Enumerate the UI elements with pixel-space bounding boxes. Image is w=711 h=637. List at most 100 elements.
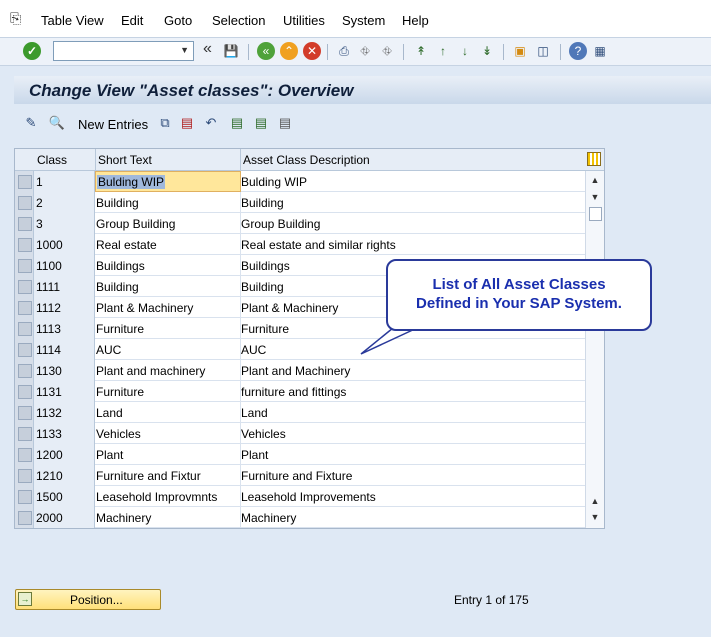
short-text-cell[interactable]: Plant and machinery bbox=[96, 364, 205, 378]
display-change-icon[interactable]: ✎ bbox=[22, 114, 40, 132]
row-selector[interactable] bbox=[15, 444, 34, 465]
help-icon[interactable]: ? bbox=[569, 42, 587, 60]
description-cell[interactable]: Real estate and similar rights bbox=[241, 238, 396, 252]
row-selector[interactable] bbox=[15, 339, 34, 360]
short-text-cell[interactable]: Furniture bbox=[96, 385, 144, 399]
description-cell[interactable]: Buildings bbox=[241, 259, 290, 273]
description-cell[interactable]: Leasehold Improvements bbox=[241, 490, 376, 504]
scroll-up-icon[interactable]: ▲ bbox=[589, 495, 601, 507]
row-selector[interactable] bbox=[15, 486, 34, 507]
menu-utilities[interactable]: Utilities bbox=[283, 13, 325, 28]
chevron-down-icon[interactable]: ▼ bbox=[180, 45, 189, 55]
description-cell[interactable]: Bulding WIP bbox=[241, 175, 307, 189]
short-text-cell[interactable]: Land bbox=[96, 406, 123, 420]
table-row[interactable]: 1500 Leasehold Improvmnts Leasehold Improv… bbox=[15, 486, 585, 507]
column-header-class[interactable]: Class bbox=[37, 153, 67, 167]
row-selector[interactable] bbox=[15, 297, 34, 318]
short-text-cell-focused[interactable]: Bulding WIP bbox=[95, 171, 241, 192]
save-icon[interactable]: 💾 bbox=[222, 42, 240, 60]
menu-help[interactable]: Help bbox=[402, 13, 429, 28]
column-header-description[interactable]: Asset Class Description bbox=[243, 153, 370, 167]
short-text-cell[interactable]: Group Building bbox=[96, 217, 175, 231]
table-row[interactable]: 2000 Machinery Machinery bbox=[15, 507, 585, 528]
back-icon[interactable]: « bbox=[257, 42, 275, 60]
create-session-icon[interactable]: ▣ bbox=[511, 42, 529, 60]
short-text-cell[interactable]: Building bbox=[96, 196, 139, 210]
row-selector[interactable] bbox=[15, 402, 34, 423]
table-row[interactable]: 1131 Furniture furniture and fittings bbox=[15, 381, 585, 402]
position-button[interactable]: → Position... bbox=[15, 589, 161, 610]
deselect-all-icon[interactable]: ▤ bbox=[276, 114, 294, 132]
short-text-cell[interactable]: Plant & Machinery bbox=[96, 301, 193, 315]
table-row[interactable]: 1132 Land Land bbox=[15, 402, 585, 423]
last-page-icon[interactable]: ↡ bbox=[478, 42, 496, 60]
copy-as-icon[interactable]: ⧉ bbox=[156, 114, 174, 132]
select-block-icon[interactable]: ▤ bbox=[252, 114, 270, 132]
table-row[interactable]: 1000 Real estate Real estate and similar r… bbox=[15, 234, 585, 255]
short-text-cell[interactable]: Buildings bbox=[96, 259, 145, 273]
exit-icon[interactable]: ⌃ bbox=[280, 42, 298, 60]
customize-layout-icon[interactable]: ▦ bbox=[591, 42, 609, 60]
row-selector[interactable] bbox=[15, 276, 34, 297]
description-cell[interactable]: Furniture bbox=[241, 322, 289, 336]
row-selector[interactable] bbox=[15, 192, 34, 213]
table-row[interactable]: 1130 Plant and machinery Plant and Machine… bbox=[15, 360, 585, 381]
shortcut-icon[interactable]: ◫ bbox=[534, 42, 552, 60]
table-row[interactable]: 1210 Furniture and Fixtur Furniture and Fi… bbox=[15, 465, 585, 486]
description-cell[interactable]: Vehicles bbox=[241, 427, 286, 441]
new-entries-button[interactable]: New Entries bbox=[78, 117, 148, 132]
row-selector[interactable] bbox=[15, 171, 34, 192]
short-text-cell[interactable]: Building bbox=[96, 280, 139, 294]
short-text-cell[interactable]: Leasehold Improvmnts bbox=[96, 490, 217, 504]
description-cell[interactable]: Group Building bbox=[241, 217, 320, 231]
first-page-icon[interactable]: ↟ bbox=[412, 42, 430, 60]
command-field[interactable]: ▼ bbox=[53, 41, 194, 61]
row-selector[interactable] bbox=[15, 381, 34, 402]
table-row[interactable]: 1133 Vehicles Vehicles bbox=[15, 423, 585, 444]
scroll-up-icon[interactable]: ▲ bbox=[589, 174, 601, 186]
scroll-down-icon[interactable]: ▼ bbox=[589, 511, 601, 523]
short-text-cell[interactable]: Furniture bbox=[96, 322, 144, 336]
row-selector[interactable] bbox=[15, 360, 34, 381]
row-selector[interactable] bbox=[15, 213, 34, 234]
print-icon[interactable]: ⎙ bbox=[335, 42, 353, 60]
row-selector[interactable] bbox=[15, 234, 34, 255]
description-cell[interactable]: AUC bbox=[241, 343, 266, 357]
description-cell[interactable]: Furniture and Fixture bbox=[241, 469, 352, 483]
previous-page-icon[interactable]: ↑ bbox=[434, 42, 452, 60]
row-selector[interactable] bbox=[15, 423, 34, 444]
menu-window-icon[interactable]: ⎘ bbox=[10, 10, 28, 26]
select-all-icon[interactable]: ▤ bbox=[228, 114, 246, 132]
menu-edit[interactable]: Edit bbox=[121, 13, 143, 28]
delete-icon[interactable]: ▤ bbox=[178, 114, 196, 132]
row-selector[interactable] bbox=[15, 255, 34, 276]
table-row[interactable]: 1 Bulding WIP Bulding WIP bbox=[15, 171, 585, 192]
short-text-cell[interactable]: AUC bbox=[96, 343, 121, 357]
table-row[interactable]: 2 Building Building bbox=[15, 192, 585, 213]
table-row[interactable]: 3 Group Building Group Building bbox=[15, 213, 585, 234]
cancel-icon[interactable]: ✕ bbox=[303, 42, 321, 60]
description-cell[interactable]: Building bbox=[241, 196, 284, 210]
menu-goto[interactable]: Goto bbox=[164, 13, 192, 28]
description-cell[interactable]: Building bbox=[241, 280, 284, 294]
description-cell[interactable]: Plant bbox=[241, 448, 268, 462]
scroll-down-icon[interactable]: ▼ bbox=[589, 191, 601, 203]
next-page-icon[interactable]: ↓ bbox=[456, 42, 474, 60]
table-row[interactable]: 1114 AUC AUC bbox=[15, 339, 585, 360]
enter-check-icon[interactable]: ✓ bbox=[23, 42, 41, 60]
details-icon[interactable]: 🔍 bbox=[48, 114, 66, 132]
description-cell[interactable]: Plant and Machinery bbox=[241, 364, 350, 378]
vertical-scrollbar[interactable]: ▲ ▼ ▲ ▼ bbox=[585, 171, 604, 528]
short-text-cell[interactable]: Furniture and Fixtur bbox=[96, 469, 201, 483]
undo-change-icon[interactable]: ↶ bbox=[202, 114, 220, 132]
menu-table-view[interactable]: Table View bbox=[41, 13, 104, 28]
menu-selection[interactable]: Selection bbox=[212, 13, 265, 28]
find-next-icon[interactable]: ⛗ bbox=[378, 42, 396, 60]
find-icon[interactable]: ⛗ bbox=[356, 42, 374, 60]
row-selector[interactable] bbox=[15, 318, 34, 339]
scrollbar-thumb[interactable] bbox=[589, 207, 602, 221]
short-text-cell[interactable]: Machinery bbox=[96, 511, 151, 525]
table-settings-icon[interactable] bbox=[587, 152, 601, 166]
row-selector[interactable] bbox=[15, 465, 34, 486]
collapse-icon[interactable]: « bbox=[203, 40, 212, 58]
